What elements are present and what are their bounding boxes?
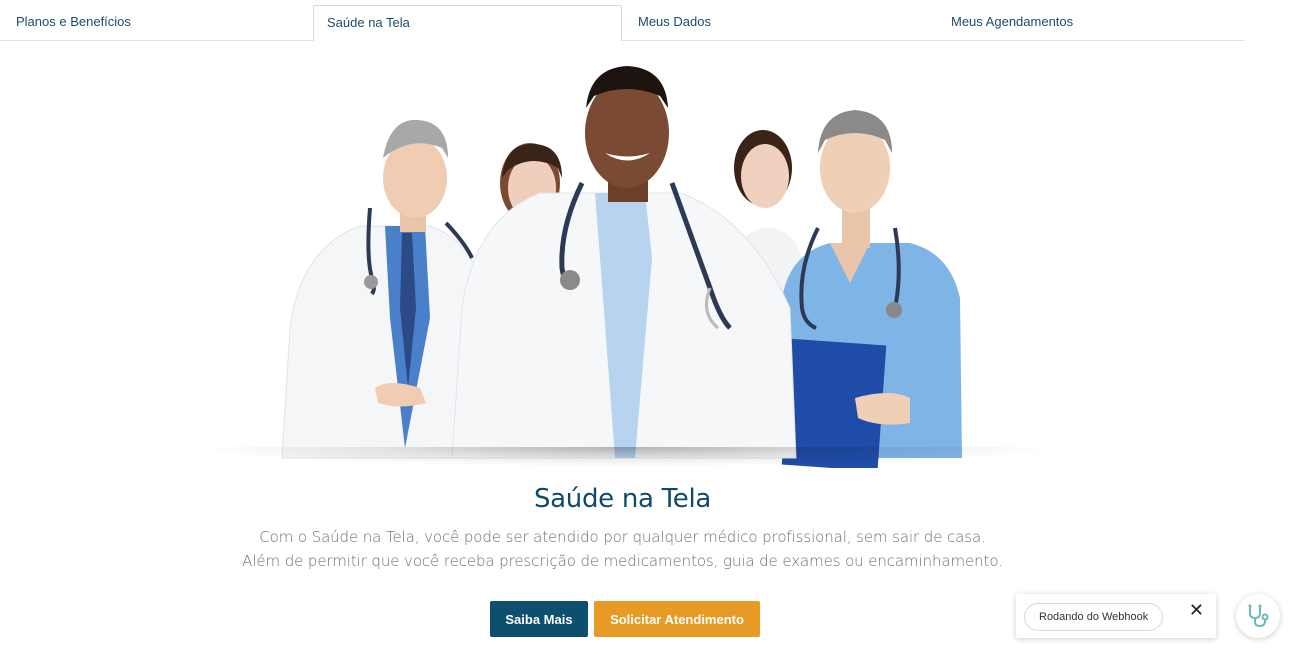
tab-label: Meus Dados xyxy=(638,14,711,29)
saiba-mais-button[interactable]: Saiba Mais xyxy=(490,601,588,637)
tab-meus-agendamentos[interactable]: Meus Agendamentos xyxy=(935,5,1245,39)
tab-saude-na-tela[interactable]: Saúde na Tela xyxy=(313,5,622,41)
tab-label: Meus Agendamentos xyxy=(951,14,1074,29)
doctor-right xyxy=(781,110,962,468)
tab-label: Saúde na Tela xyxy=(327,15,410,30)
tab-planos-beneficios[interactable]: Planos e Benefícios xyxy=(0,5,313,39)
webhook-status-pill[interactable]: Rodando do Webhook xyxy=(1024,603,1164,631)
tab-meus-dados[interactable]: Meus Dados xyxy=(622,5,935,39)
doctor-center xyxy=(451,66,797,459)
description-line-1: Com o Saúde na Tela, você pode ser atend… xyxy=(259,528,986,546)
page-title: Saúde na Tela xyxy=(533,484,712,514)
description-line-2: Além de permitir que você receba prescri… xyxy=(242,552,1003,570)
doctors-team-image xyxy=(190,58,1060,468)
solicitar-atendimento-button[interactable]: Solicitar Atendimento xyxy=(594,601,760,637)
tab-label: Planos e Benefícios xyxy=(16,14,131,29)
stethoscope-icon xyxy=(1248,604,1269,628)
close-icon[interactable]: ✕ xyxy=(1189,600,1204,621)
stethoscope-fab-button[interactable] xyxy=(1236,594,1280,638)
hero-floor-shadow xyxy=(190,447,1060,467)
tab-bar: Planos e Benefícios Saúde na Tela Meus D… xyxy=(0,0,1245,41)
webhook-toast: Rodando do Webhook ✕ xyxy=(1016,594,1216,638)
